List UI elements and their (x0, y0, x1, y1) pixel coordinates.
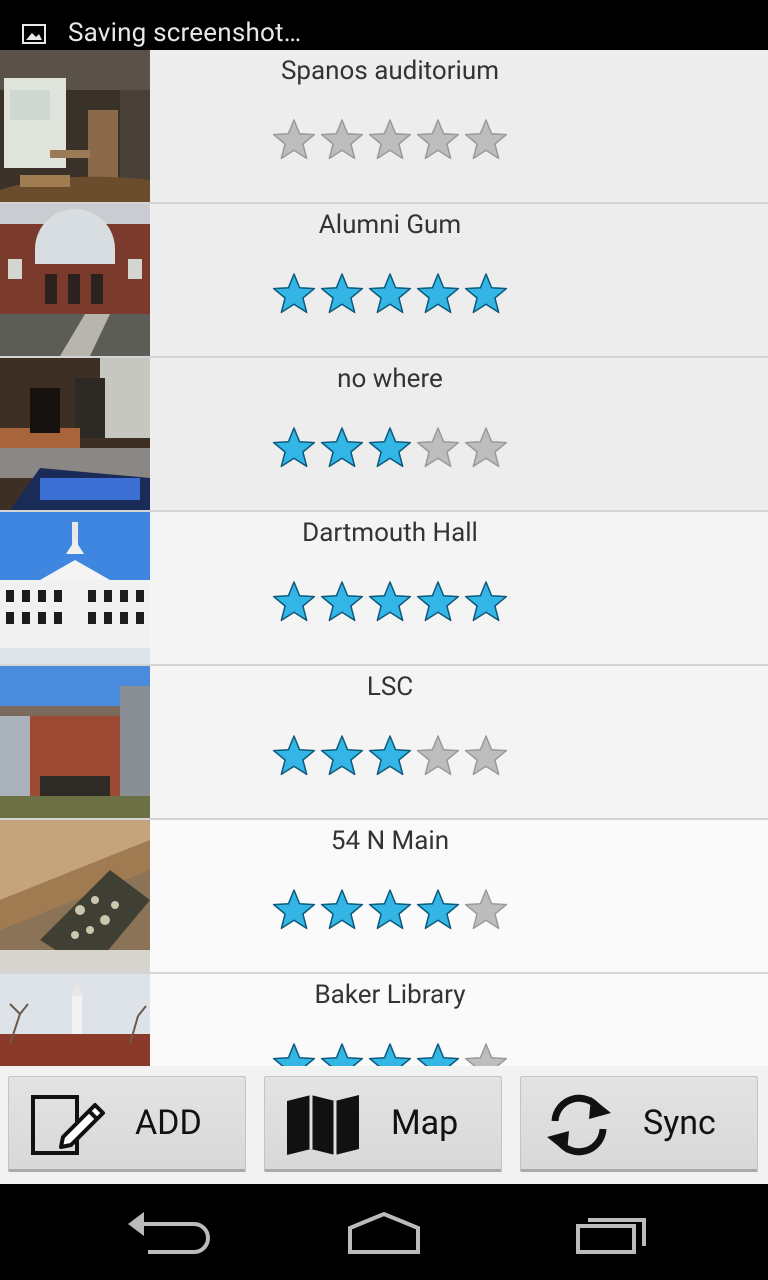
star-filled-icon (368, 427, 412, 468)
star-filled-icon (272, 273, 316, 314)
edit-icon (31, 1095, 105, 1155)
star-filled-icon (368, 735, 412, 776)
rating-stars (272, 580, 508, 624)
star-empty-icon (464, 119, 508, 160)
recents-icon[interactable] (560, 1206, 660, 1258)
star-empty-icon (272, 119, 316, 160)
star-filled-icon (320, 1043, 364, 1066)
star-filled-icon (464, 581, 508, 622)
star-filled-icon (320, 735, 364, 776)
star-filled-icon (320, 273, 364, 314)
place-name: 54 N Main (330, 826, 450, 856)
star-empty-icon (416, 735, 460, 776)
home-icon[interactable] (334, 1206, 434, 1258)
star-empty-icon (464, 889, 508, 930)
status-bar: Saving screenshot… (0, 0, 768, 50)
back-icon[interactable] (114, 1206, 214, 1258)
place-name: no where (337, 364, 443, 394)
star-filled-icon (416, 889, 460, 930)
star-empty-icon (368, 119, 412, 160)
place-name: LSC (366, 672, 414, 702)
place-thumbnail (0, 512, 150, 664)
star-filled-icon (464, 273, 508, 314)
star-empty-icon (464, 735, 508, 776)
add-button-label: ADD (135, 1103, 202, 1143)
rating-stars (272, 118, 508, 162)
list-item[interactable]: Dartmouth Hall (0, 512, 768, 666)
place-thumbnail (0, 358, 150, 510)
star-filled-icon (368, 889, 412, 930)
star-filled-icon (272, 735, 316, 776)
place-name: Baker Library (314, 980, 466, 1010)
star-empty-icon (416, 119, 460, 160)
list-item[interactable]: Baker Library (0, 974, 768, 1066)
map-button-label: Map (391, 1103, 459, 1143)
star-filled-icon (368, 273, 412, 314)
map-icon (287, 1095, 359, 1155)
button-bar: ADD Map Sync (0, 1066, 768, 1184)
rating-stars (272, 734, 508, 778)
sync-button[interactable]: Sync (520, 1076, 758, 1172)
star-filled-icon (320, 427, 364, 468)
rating-stars (272, 888, 508, 932)
star-filled-icon (272, 889, 316, 930)
star-empty-icon (464, 1043, 508, 1066)
list-item[interactable]: no where (0, 358, 768, 512)
rating-stars (272, 272, 508, 316)
app-screen: Saving screenshot… Spanos auditorium Alu… (0, 0, 768, 1280)
navigation-bar (0, 1184, 768, 1280)
status-text: Saving screenshot… (68, 18, 302, 48)
star-empty-icon (464, 427, 508, 468)
place-thumbnail (0, 50, 150, 202)
list-item[interactable]: 54 N Main (0, 820, 768, 974)
star-filled-icon (272, 427, 316, 468)
star-filled-icon (272, 1043, 316, 1066)
star-filled-icon (368, 1043, 412, 1066)
places-list[interactable]: Spanos auditorium Alumni Gum no where Da… (0, 50, 768, 1066)
star-filled-icon (320, 889, 364, 930)
sync-icon (547, 1094, 611, 1156)
star-filled-icon (368, 581, 412, 622)
place-thumbnail (0, 974, 150, 1066)
star-empty-icon (416, 427, 460, 468)
star-filled-icon (320, 581, 364, 622)
list-item[interactable]: Spanos auditorium (0, 50, 768, 204)
place-thumbnail (0, 204, 150, 356)
list-item[interactable]: Alumni Gum (0, 204, 768, 358)
place-name: Alumni Gum (318, 210, 462, 240)
place-name: Dartmouth Hall (302, 518, 478, 548)
place-name: Spanos auditorium (280, 56, 500, 86)
image-icon (22, 24, 46, 44)
rating-stars (272, 426, 508, 470)
add-button[interactable]: ADD (8, 1076, 246, 1172)
place-thumbnail (0, 666, 150, 818)
sync-button-label: Sync (643, 1103, 716, 1143)
star-filled-icon (416, 273, 460, 314)
star-filled-icon (272, 581, 316, 622)
star-empty-icon (320, 119, 364, 160)
star-filled-icon (416, 1043, 460, 1066)
list-item[interactable]: LSC (0, 666, 768, 820)
rating-stars (272, 1042, 508, 1066)
star-filled-icon (416, 581, 460, 622)
place-thumbnail (0, 820, 150, 972)
map-button[interactable]: Map (264, 1076, 502, 1172)
